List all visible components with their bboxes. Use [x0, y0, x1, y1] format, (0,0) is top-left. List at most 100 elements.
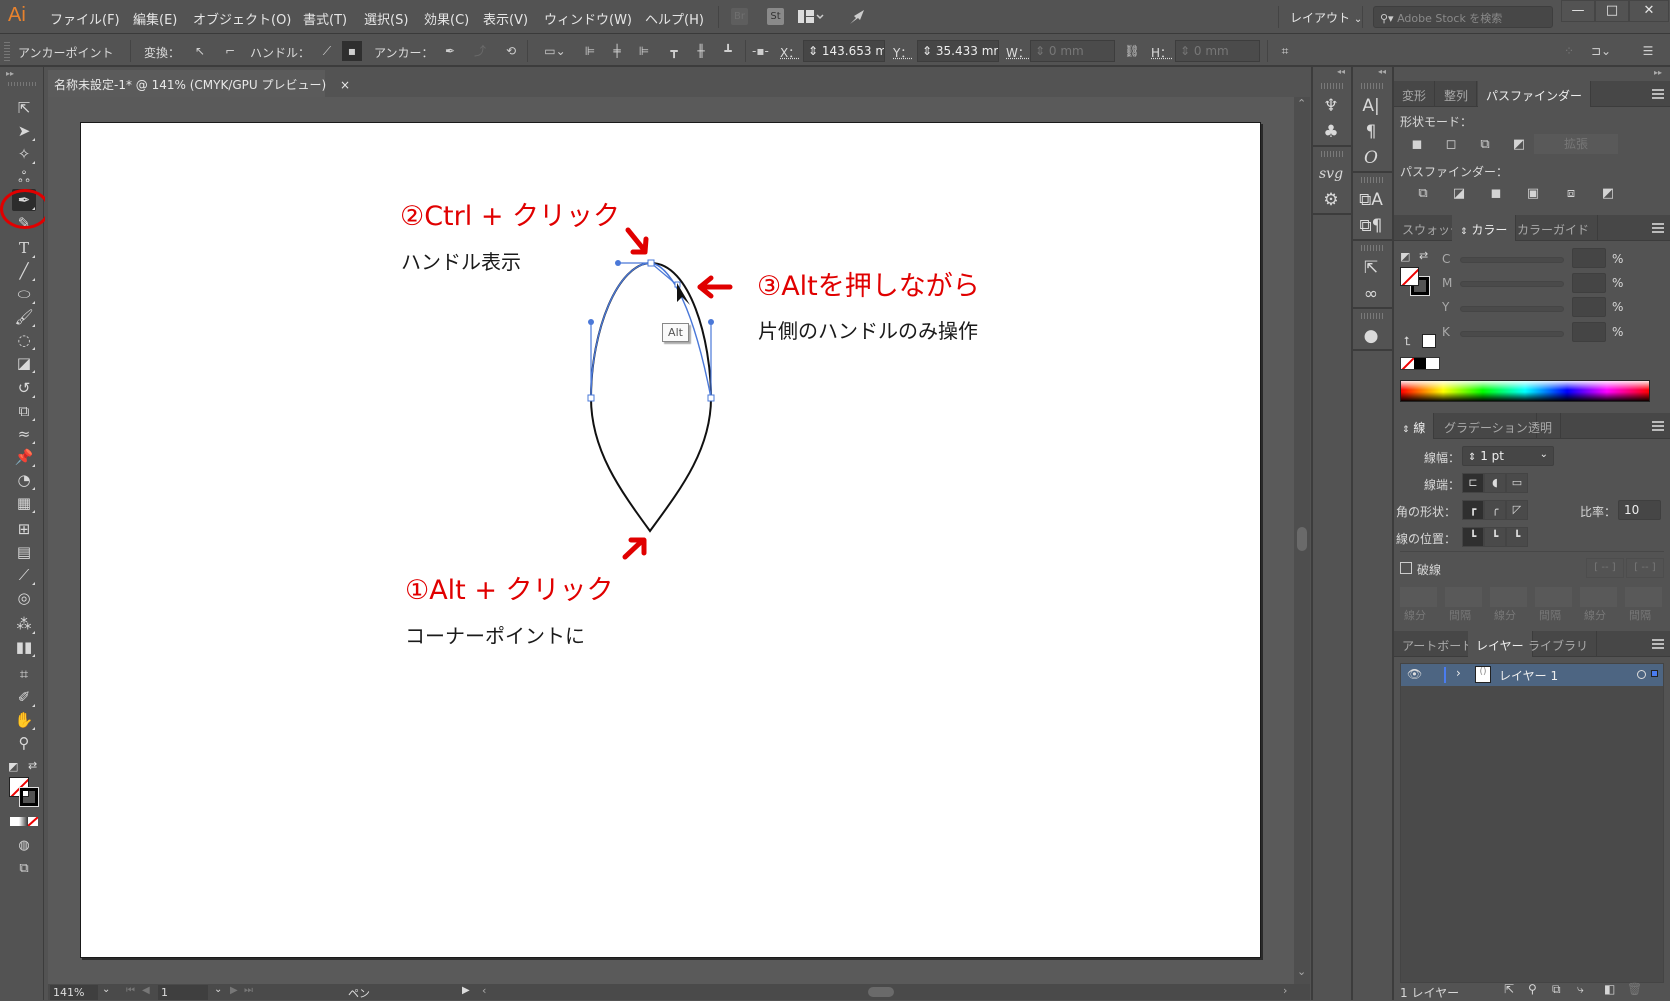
locate-object-icon[interactable]: ⚲ — [1528, 982, 1537, 996]
exclude-icon[interactable]: ◩ — [1510, 136, 1528, 154]
visibility-eye-icon[interactable]: 👁 — [1407, 667, 1422, 681]
layer-name[interactable]: レイヤー 1 — [1499, 667, 1558, 684]
expand-panels-icon[interactable]: ▸▸ — [1654, 68, 1662, 77]
last-artboard-icon[interactable]: ⏭ — [244, 985, 253, 996]
align-inside-button[interactable]: ┗ — [1484, 527, 1506, 547]
tab-color[interactable]: ⇕ カラー — [1452, 215, 1517, 241]
brushes-panel-icon[interactable]: ♆ — [1313, 93, 1349, 119]
align-dash-button[interactable]: [ ‐‐ ] — [1626, 558, 1664, 578]
dash-input[interactable] — [1490, 587, 1527, 607]
new-sublayer-icon[interactable]: ⤷ — [1577, 982, 1584, 997]
round-cap-button[interactable]: ◖ — [1484, 473, 1506, 493]
intersect-icon[interactable]: ⧉ — [1476, 136, 1494, 154]
horizontal-scroll-thumb[interactable] — [868, 987, 894, 997]
divide-icon[interactable]: ⧉ — [1414, 185, 1432, 203]
paragraph-styles-panel-icon[interactable]: ⧉¶ — [1353, 213, 1389, 239]
control-menu-icon[interactable]: ☰ — [1640, 44, 1656, 58]
symbols-panel-icon[interactable]: ♣ — [1313, 119, 1349, 145]
close-window-button[interactable]: ✕ — [1629, 0, 1669, 22]
dashed-line-checkbox[interactable] — [1400, 562, 1412, 574]
trim-icon[interactable]: ◪ — [1450, 185, 1468, 203]
delete-layer-icon[interactable]: 🗑 — [1627, 982, 1642, 996]
channel-c-input[interactable] — [1572, 248, 1606, 268]
character-styles-panel-icon[interactable]: ⧉A — [1353, 187, 1389, 213]
collapse-dock-icon[interactable]: ◂◂ — [1353, 67, 1392, 79]
appearance-panel-icon[interactable]: ● — [1353, 323, 1389, 349]
miter-join-button[interactable]: ┏ — [1462, 500, 1484, 520]
tab-transform[interactable]: 変形 — [1394, 81, 1436, 107]
next-artboard-icon[interactable]: ▶ — [230, 985, 238, 996]
paragraph-panel-icon[interactable]: ¶ — [1353, 119, 1389, 145]
dock-grip[interactable] — [1361, 245, 1384, 251]
gap-input[interactable] — [1445, 587, 1482, 607]
tab-pathfinder[interactable]: パスファインダー — [1478, 81, 1592, 107]
channel-c-slider[interactable] — [1460, 257, 1564, 263]
scroll-left-icon[interactable]: ‹ — [482, 984, 486, 997]
dock-grip[interactable] — [1361, 313, 1384, 319]
miter-limit-input[interactable]: 10 — [1618, 500, 1661, 520]
artboard-number-field[interactable]: 1 — [158, 985, 208, 1000]
default-colors-icon[interactable]: ◩ — [1400, 250, 1410, 263]
swap-colors-icon[interactable]: ⇄ — [1419, 249, 1428, 262]
tab-libraries[interactable]: ライブラリ — [1520, 631, 1598, 657]
previous-artboard-icon[interactable]: ◀ — [142, 985, 150, 996]
gap-input[interactable] — [1535, 587, 1572, 607]
panel-menu-icon[interactable] — [1652, 223, 1664, 233]
first-artboard-icon[interactable]: ⏮ — [126, 985, 135, 996]
layer-target-icon[interactable] — [1637, 670, 1646, 679]
crop-icon[interactable]: ▣ — [1524, 185, 1542, 203]
black-swatch[interactable] — [1413, 358, 1427, 369]
channel-y-slider[interactable] — [1460, 306, 1564, 312]
make-clipping-mask-icon[interactable]: ⧉ — [1552, 982, 1561, 997]
dock-grip[interactable] — [1361, 177, 1384, 183]
character-panel-icon[interactable]: A| — [1353, 93, 1389, 119]
isolate-icon[interactable]: ⁘ — [1561, 44, 1577, 58]
minus-back-icon[interactable]: ◩ — [1599, 185, 1617, 203]
tab-stroke[interactable]: ⇕ 線 — [1394, 413, 1435, 439]
projecting-cap-button[interactable]: ▭ — [1506, 473, 1528, 493]
tab-align[interactable]: 整列 — [1436, 81, 1478, 107]
tab-transparency[interactable]: 透明 — [1520, 413, 1562, 439]
merge-icon[interactable]: ◼ — [1487, 185, 1505, 203]
dock-grip[interactable] — [1361, 83, 1384, 89]
zoom-level-field[interactable]: 141% — [50, 985, 98, 1000]
collapse-dock-icon[interactable]: ◂◂ — [1313, 67, 1351, 79]
svg-interactivity-panel-icon[interactable]: svg — [1313, 161, 1349, 187]
bevel-join-button[interactable]: ◸ — [1506, 500, 1528, 520]
channel-y-input[interactable] — [1572, 297, 1606, 317]
outline-icon[interactable]: ⧈ — [1562, 185, 1580, 203]
stroke-weight-input[interactable]: ⇕ 1 pt ⌄ — [1462, 446, 1554, 466]
tab-color-guide[interactable]: カラーガイド — [1509, 215, 1599, 241]
status-menu-icon[interactable]: ▶ — [462, 985, 470, 996]
channel-m-input[interactable] — [1572, 273, 1606, 293]
links-panel-icon[interactable]: ∞ — [1353, 281, 1389, 307]
out-of-gamut-icon[interactable]: ⮤ — [1404, 334, 1411, 349]
expand-button[interactable]: 拡張 — [1534, 134, 1618, 154]
new-layer-icon[interactable]: ◧ — [1604, 982, 1615, 996]
panel-menu-icon[interactable] — [1652, 421, 1664, 431]
channel-k-input[interactable] — [1572, 322, 1606, 342]
graphic-styles-panel-icon[interactable]: ⚙ — [1313, 187, 1349, 213]
layer-selection-indicator[interactable] — [1651, 670, 1658, 677]
scroll-right-icon[interactable]: › — [1283, 984, 1287, 997]
minimize-button[interactable]: — — [1561, 0, 1595, 22]
panel-menu-icon[interactable] — [1652, 639, 1664, 649]
none-swatch[interactable] — [1401, 358, 1414, 369]
opentype-panel-icon[interactable]: O — [1353, 145, 1389, 171]
snap-icon[interactable]: ⊐⌄ — [1589, 44, 1613, 58]
align-center-button[interactable]: ┗ — [1462, 527, 1484, 547]
channel-k-slider[interactable] — [1460, 331, 1564, 337]
expand-layer-icon[interactable]: › — [1456, 666, 1461, 680]
zoom-dropdown-icon[interactable]: ⌄ — [102, 984, 110, 995]
dock-grip[interactable] — [1321, 83, 1343, 89]
channel-m-slider[interactable] — [1460, 281, 1564, 287]
panel-menu-icon[interactable] — [1652, 89, 1664, 99]
dash-input[interactable] — [1580, 587, 1617, 607]
color-spectrum[interactable] — [1400, 380, 1650, 402]
align-outside-button[interactable]: ┗ — [1506, 527, 1528, 547]
gap-input[interactable] — [1625, 587, 1662, 607]
white-swatch[interactable] — [1426, 358, 1440, 369]
export-panel-icon[interactable]: ⇱ — [1353, 255, 1389, 281]
last-color-swatch[interactable] — [1422, 334, 1436, 348]
preserve-dash-button[interactable]: [ ‐‐ ] — [1586, 558, 1624, 578]
